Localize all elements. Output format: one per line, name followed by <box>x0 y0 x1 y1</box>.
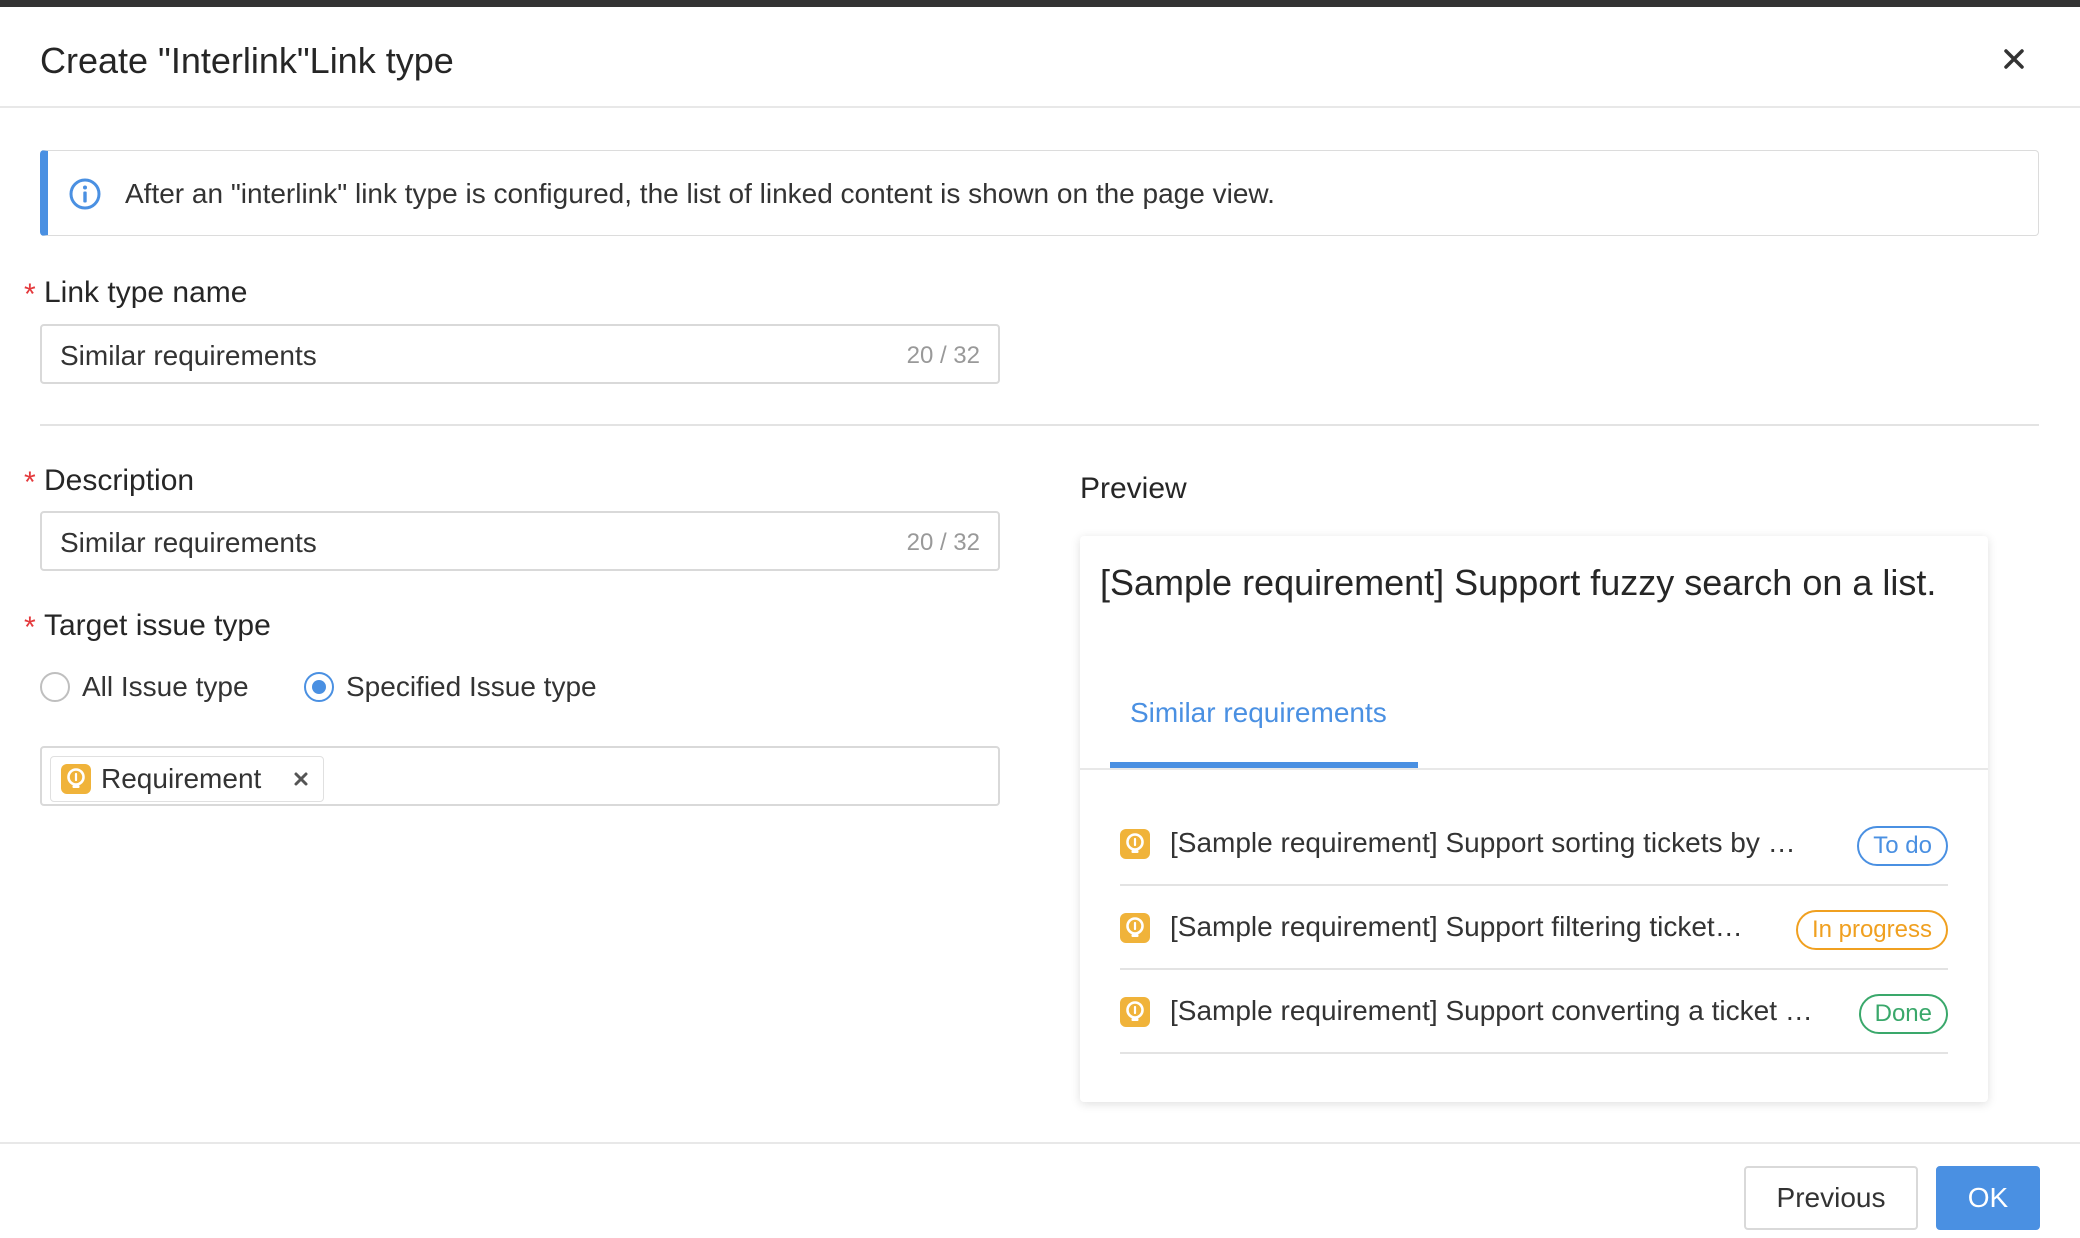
status-badge: Done <box>1858 994 1948 1034</box>
radio-circle-checked <box>304 672 334 702</box>
list-item[interactable]: [Sample requirement] Support converting … <box>1120 970 1948 1054</box>
status-badge: In progress <box>1795 910 1948 950</box>
close-icon <box>294 772 308 786</box>
list-item[interactable]: [Sample requirement] Support sorting tic… <box>1120 802 1948 886</box>
preview-title: [Sample requirement] Support fuzzy searc… <box>1100 562 1937 603</box>
tab-similar-requirements[interactable]: Similar requirements <box>1130 694 1387 732</box>
lightbulb-icon <box>1120 829 1150 859</box>
description-value: Similar requirements <box>60 527 317 558</box>
dialog-footer: Previous OK <box>0 1142 2080 1238</box>
target-issue-type-label-text: Target issue type <box>44 609 271 642</box>
link-type-name-label-text: Link type name <box>44 276 248 309</box>
ok-button[interactable]: OK <box>1936 1166 2040 1230</box>
description-counter: 20 / 32 <box>906 529 980 556</box>
radio-circle <box>40 672 70 702</box>
lightbulb-icon <box>1120 997 1150 1027</box>
selected-tag-requirement: Requirement <box>50 756 324 802</box>
item-title: [Sample requirement] Support filtering t… <box>1170 911 1743 942</box>
previous-button[interactable]: Previous <box>1744 1166 1918 1230</box>
required-mark: * <box>24 466 36 499</box>
description-label-text: Description <box>44 464 195 497</box>
preview-label: Preview <box>1080 472 1187 505</box>
tag-label: Requirement <box>101 763 262 794</box>
lightbulb-icon <box>1120 913 1150 943</box>
tab-bar-divider <box>1080 768 1988 770</box>
description-label: * Description <box>24 462 195 500</box>
radio-all-issue-type-label: All Issue type <box>82 671 249 702</box>
radio-specified-issue-type-label: Specified Issue type <box>346 671 597 702</box>
close-icon <box>2004 49 2024 69</box>
section-divider <box>40 424 2039 426</box>
dialog-header: Create "Interlink"Link type <box>0 7 2080 108</box>
link-type-name-counter: 20 / 32 <box>906 342 980 369</box>
required-mark: * <box>24 278 36 311</box>
status-badge: To do <box>1857 826 1948 866</box>
item-title: [Sample requirement] Support sorting tic… <box>1170 827 1796 858</box>
list-item[interactable]: [Sample requirement] Support filtering t… <box>1120 886 1948 970</box>
tag-remove-button[interactable] <box>287 765 315 793</box>
description-input[interactable]: Similar requirements 20 / 32 <box>40 511 1000 571</box>
required-mark: * <box>24 611 36 644</box>
link-type-name-label: * Link type name <box>24 274 248 312</box>
dialog-title: Create "Interlink"Link type <box>40 40 454 81</box>
link-type-name-value: Similar requirements <box>60 340 317 371</box>
close-button[interactable] <box>1992 37 2036 81</box>
issue-type-select[interactable]: Requirement <box>40 746 1000 806</box>
lightbulb-icon <box>61 764 91 794</box>
info-icon <box>69 178 101 210</box>
link-type-name-input[interactable]: Similar requirements 20 / 32 <box>40 324 1000 384</box>
preview-card: [Sample requirement] Support fuzzy searc… <box>1080 536 1988 1102</box>
alert-text: After an "interlink" link type is config… <box>125 178 1275 209</box>
top-dark-bar <box>0 0 2080 7</box>
info-alert: After an "interlink" link type is config… <box>40 150 2039 236</box>
item-title: [Sample requirement] Support converting … <box>1170 995 1813 1026</box>
target-issue-type-label: * Target issue type <box>24 607 271 645</box>
